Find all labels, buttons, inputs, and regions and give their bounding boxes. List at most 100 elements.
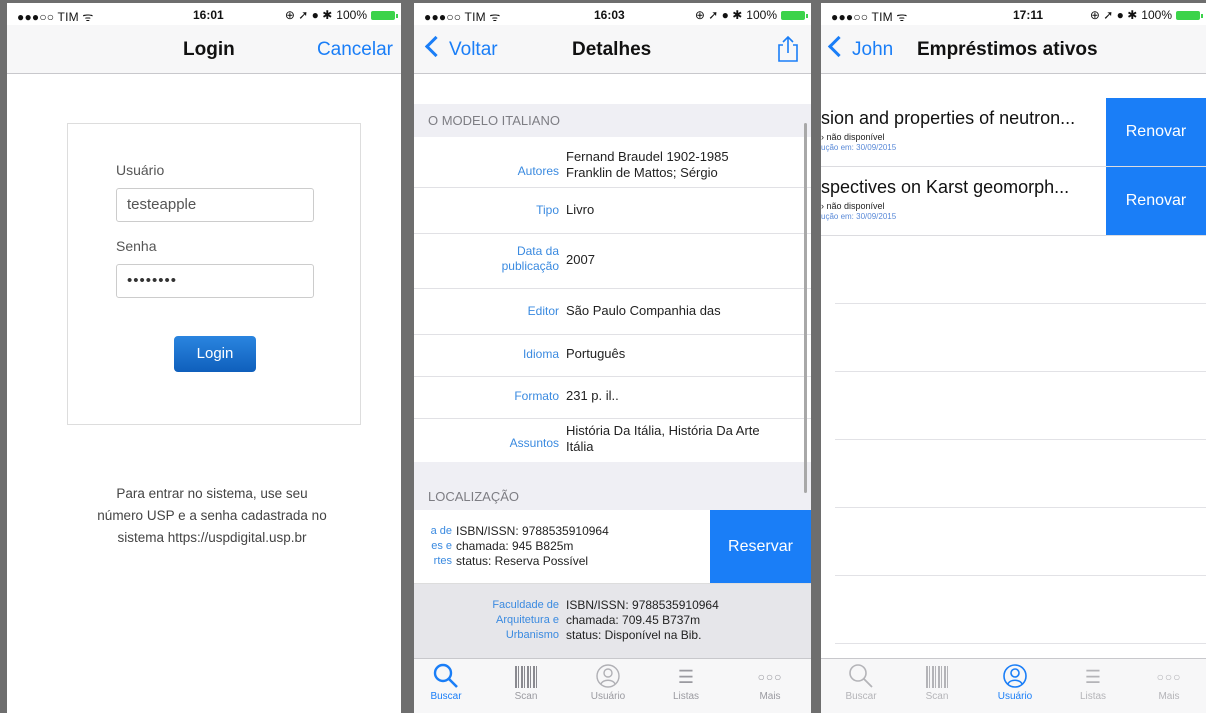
user-icon [576, 663, 640, 691]
detail-value: São Paulo Companhia das [566, 303, 721, 318]
tab-label: Scan [925, 691, 949, 702]
renovar-button[interactable]: Renovar [1106, 167, 1206, 235]
tab-usuario[interactable]: Usuário [576, 663, 640, 702]
back-button[interactable]: Voltar [424, 35, 498, 61]
cancel-button[interactable]: Cancelar [317, 39, 393, 61]
nav-bar: Login Cancelar [7, 25, 401, 74]
loan-row[interactable]: sion and properties of neutron... › não … [821, 98, 1206, 167]
status-right: ⊕ ➚ ● ✱ 100% [284, 8, 398, 22]
location-row[interactable]: Faculdade de Arquitetura e Urbanismo ISB… [414, 584, 811, 659]
divider [835, 507, 1206, 508]
divider [835, 643, 1206, 644]
loan-title: spectives on Karst geomorph... [821, 177, 1070, 197]
login-button[interactable]: Login [174, 336, 256, 372]
detail-key: Formato [514, 389, 559, 403]
list-icon: ☰ [1084, 667, 1102, 687]
detail-value: 2007 [566, 252, 595, 267]
carrier-label: ●●●○○ TIM ᯤ [424, 10, 501, 24]
status-icons: ⊕ ➚ ● ✱ [284, 8, 333, 22]
library-line: rtes [433, 555, 452, 567]
password-input[interactable]: •••••••• [116, 264, 314, 298]
tab-mais[interactable]: ○○○ Mais [738, 663, 802, 702]
clock: 16:01 [193, 8, 224, 22]
search-icon [829, 663, 893, 691]
detail-value: 231 p. il.. [566, 388, 619, 403]
tab-label: Usuário [590, 691, 626, 702]
isbn-text: ISBN/ISSN: 9788535910964 [456, 524, 609, 538]
password-label: Senha [116, 238, 157, 254]
status-text: status: Disponível na Bib. [566, 628, 702, 642]
battery-icon [371, 10, 398, 20]
nav-bar: Voltar Detalhes [414, 25, 811, 74]
status-text: status: Reserva Possível [456, 554, 589, 568]
tab-label: Mais [759, 691, 781, 702]
status-bar: ●●●○○ TIM ᯤ 16:03 ⊕ ➚ ● ✱ 100% [414, 3, 811, 25]
tab-scan[interactable]: Scan [494, 663, 558, 702]
help-line: Para entrar no sistema, use seu [116, 486, 308, 501]
loans-screen: ●●●○○ TIM ᯤ 17:11 ⊕ ➚ ● ✱ 100% John Empr… [821, 3, 1206, 713]
user-icon [983, 663, 1047, 691]
detail-key: Editor [527, 304, 559, 318]
carrier-label: ●●●○○ TIM ᯤ [831, 10, 908, 24]
detail-value: Português [566, 346, 626, 361]
detail-row: Tipo Livro [414, 187, 811, 234]
tab-usuario[interactable]: Usuário [983, 663, 1047, 702]
detail-key: Assuntos [509, 436, 559, 450]
help-line: sistema https://uspdigital.usp.br [117, 530, 307, 545]
tab-label: Mais [1158, 691, 1180, 702]
divider [835, 439, 1206, 440]
library-line: es e [431, 540, 452, 552]
share-icon[interactable] [777, 35, 799, 68]
details-screen: ●●●○○ TIM ᯤ 16:03 ⊕ ➚ ● ✱ 100% Voltar De… [414, 3, 811, 713]
battery-icon [781, 10, 808, 20]
clock: 17:11 [1013, 8, 1044, 22]
login-screen: ●●●○○ TIM ᯤ 16:01 ⊕ ➚ ● ✱ 100% Login Can… [7, 3, 401, 713]
search-icon [414, 663, 478, 691]
page-title: Detalhes [572, 39, 652, 60]
tab-listas[interactable]: ☰ Listas [654, 663, 718, 702]
tab-bar: Buscar Scan Usuário ☰ Listas ○○○ Mais [414, 658, 811, 713]
more-icon: ○○○ [757, 670, 783, 684]
tab-mais[interactable]: ○○○ Mais [1137, 663, 1201, 702]
tab-listas[interactable]: ☰ Listas [1061, 663, 1125, 702]
tab-bar: Buscar Scan Usuário ☰ Listas ○○○ Mais [821, 658, 1206, 713]
renovar-button[interactable]: Renovar [1106, 98, 1206, 166]
detail-value: História Da Itália, História Da Arte Itá… [566, 423, 760, 454]
library-name: Faculdade de Arquitetura e Urbanismo [454, 598, 559, 643]
nav-bar: John Empréstimos ativos [821, 25, 1206, 74]
detail-row: Idioma Português [414, 334, 811, 377]
divider [835, 371, 1206, 372]
reservar-button[interactable]: Reservar [710, 510, 811, 583]
tab-label: Scan [514, 691, 538, 702]
back-button[interactable]: John [827, 35, 894, 61]
detail-key: Data da publicação [501, 244, 559, 273]
clock: 16:03 [594, 8, 625, 22]
call-number-text: chamada: 945 B825m [456, 539, 574, 553]
loan-status: › não disponível [821, 132, 885, 142]
loan-title: sion and properties of neutron... [821, 108, 1076, 128]
divider [835, 303, 1206, 304]
tab-buscar[interactable]: Buscar [829, 663, 893, 702]
tab-label: Buscar [430, 691, 462, 702]
battery-percent: 100% [1141, 8, 1172, 22]
detail-row: Data da publicação 2007 [414, 233, 811, 289]
loan-row[interactable]: spectives on Karst geomorph... › não dis… [821, 167, 1206, 236]
status-bar: ●●●○○ TIM ᯤ 16:01 ⊕ ➚ ● ✱ 100% [7, 3, 401, 25]
detail-row: Assuntos História Da Itália, História Da… [414, 418, 811, 462]
tab-buscar[interactable]: Buscar [414, 663, 478, 702]
back-label: Voltar [449, 39, 498, 60]
detail-value: Fernand Braudel 1902-1985 Franklin de Ma… [566, 149, 729, 180]
status-icons: ⊕ ➚ ● ✱ [1089, 8, 1138, 22]
scrollbar[interactable] [804, 123, 807, 493]
detail-row: Autores Fernand Braudel 1902-1985 Frankl… [414, 137, 811, 188]
detail-row: Editor São Paulo Companhia das [414, 288, 811, 335]
library-line: a de [430, 525, 452, 537]
back-label: John [852, 39, 894, 60]
help-line: número USP e a senha cadastrada no [97, 508, 327, 523]
tab-scan[interactable]: Scan [905, 663, 969, 702]
carrier-label: ●●●○○ TIM ᯤ [17, 10, 94, 24]
user-input[interactable]: testeapple [116, 188, 314, 222]
location-header: LOCALIZAÇÃO [414, 462, 811, 510]
user-label: Usuário [116, 162, 165, 178]
help-text: Para entrar no sistema, use seu número U… [47, 483, 377, 549]
